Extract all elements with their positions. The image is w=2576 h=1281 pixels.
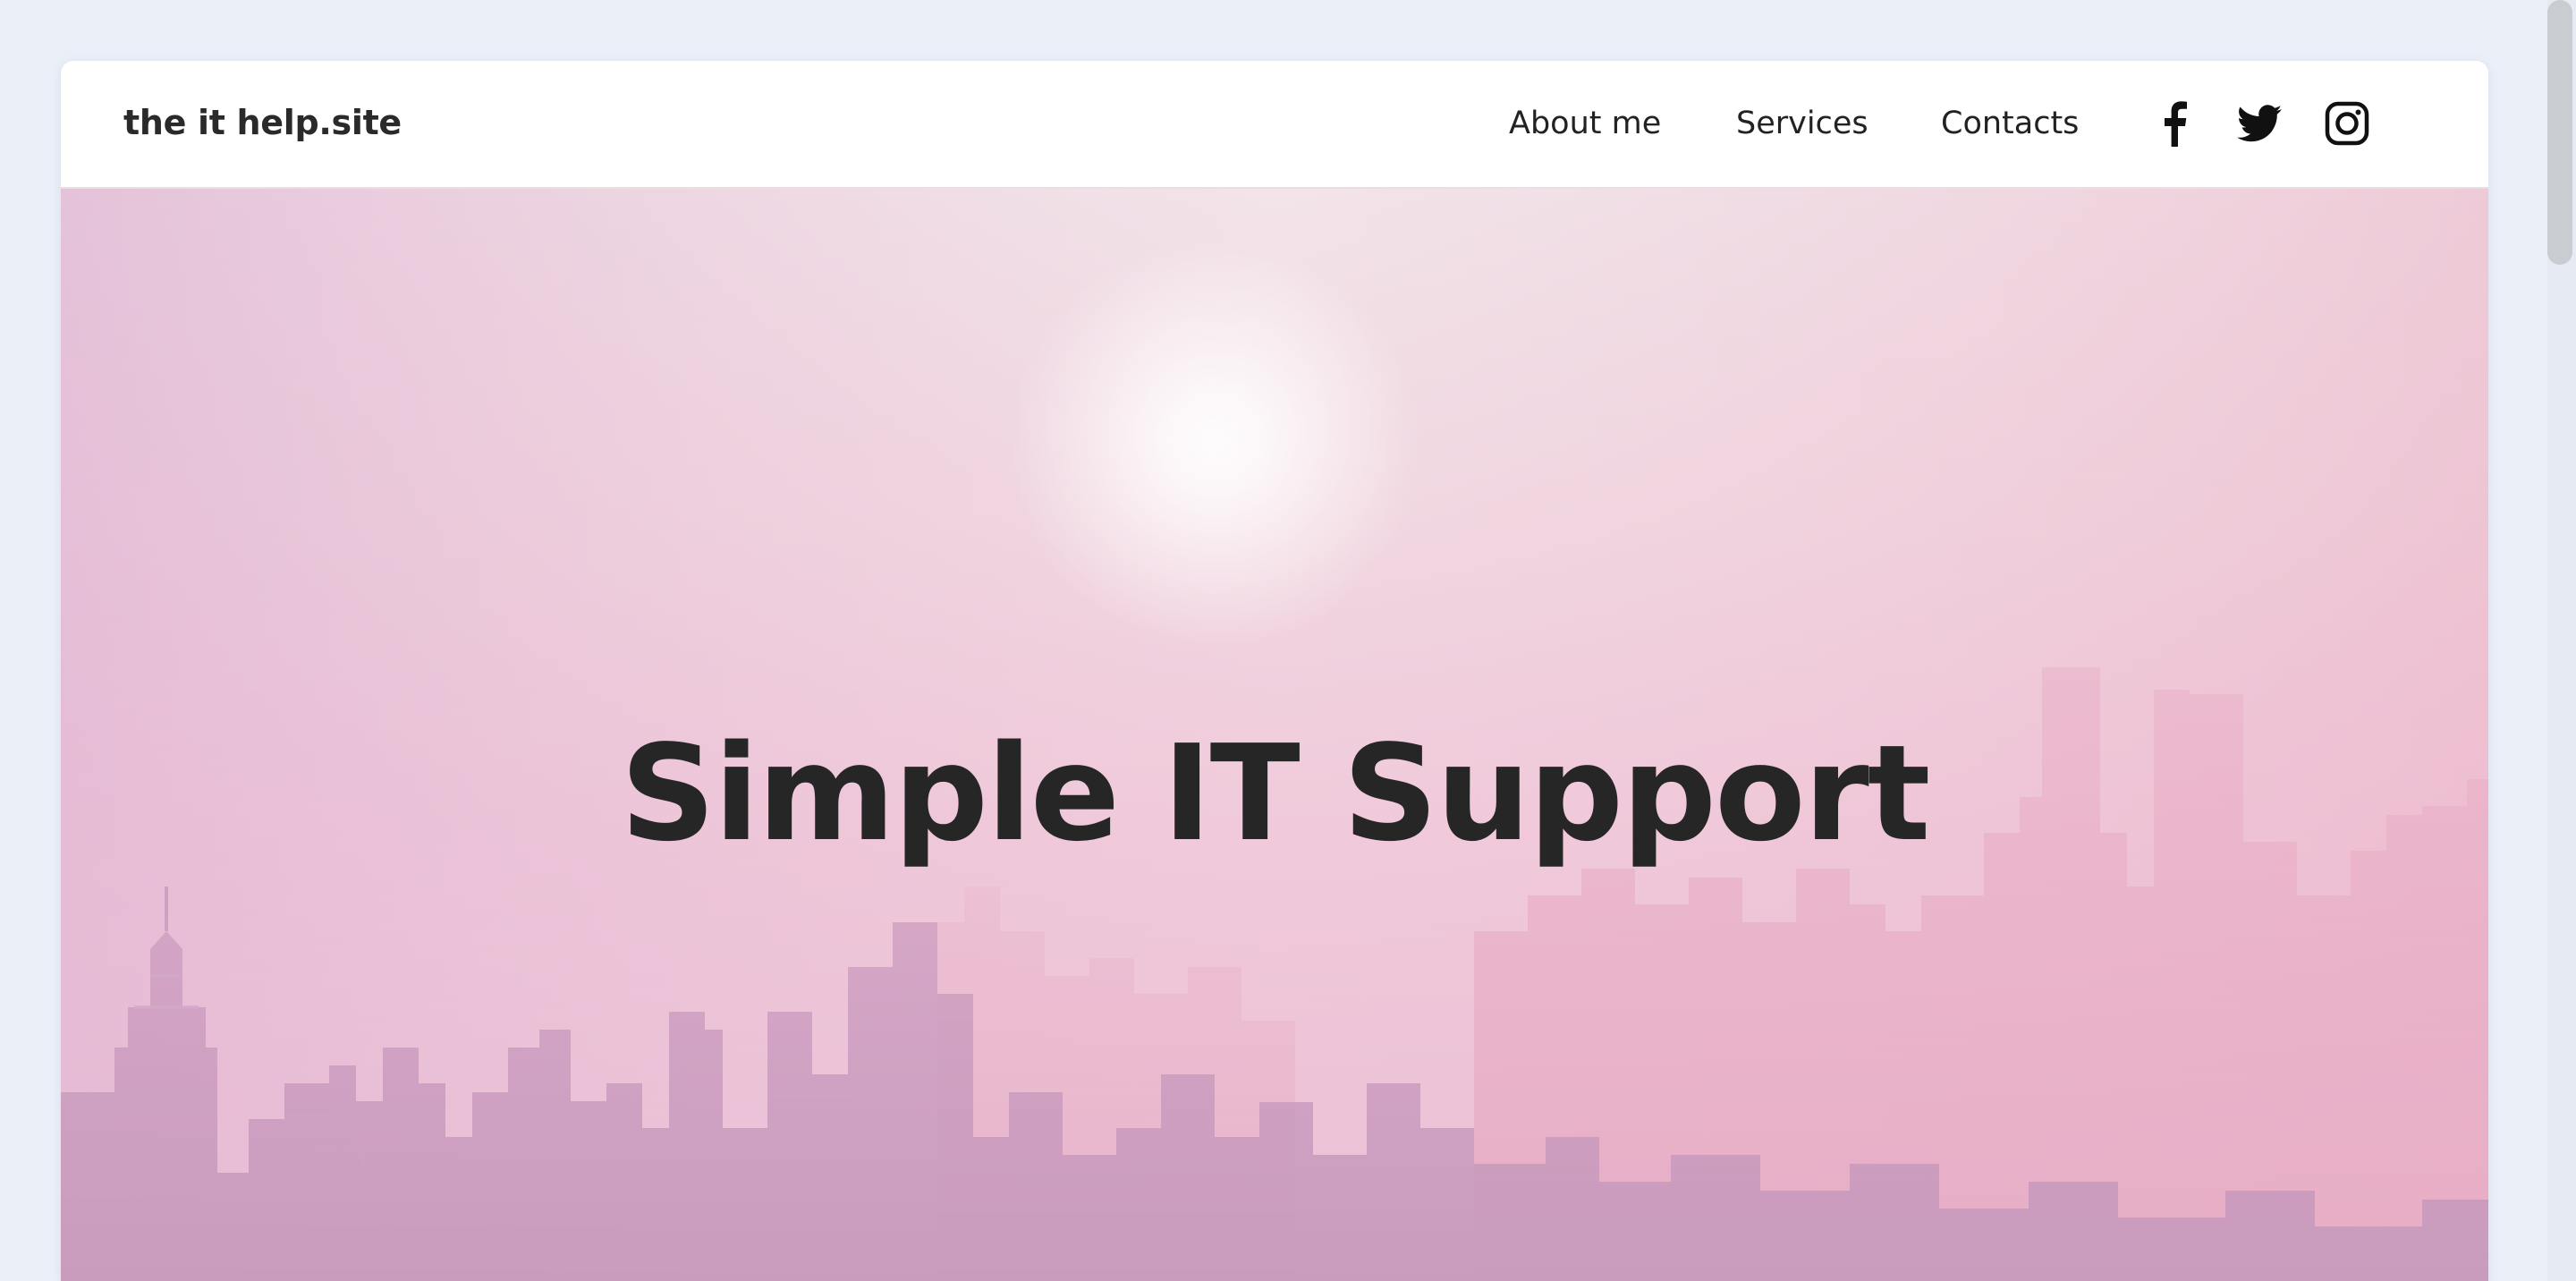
facebook-icon[interactable] bbox=[2148, 97, 2201, 150]
nav-link-about-me[interactable]: About me bbox=[1509, 106, 1661, 141]
site-logo[interactable]: the it help.site bbox=[123, 103, 402, 142]
instagram-icon[interactable] bbox=[2320, 97, 2374, 150]
nav-link-contacts[interactable]: Contacts bbox=[1941, 106, 2079, 141]
scrollbar[interactable] bbox=[2547, 0, 2576, 1281]
hero-banner: Simple IT Support bbox=[61, 189, 2488, 1281]
page-frame: the it help.site About me Services Conta… bbox=[61, 61, 2488, 1281]
scrollbar-thumb[interactable] bbox=[2547, 0, 2572, 265]
twitter-icon[interactable] bbox=[2233, 97, 2286, 150]
navbar: the it help.site About me Services Conta… bbox=[61, 61, 2488, 189]
nav-link-services[interactable]: Services bbox=[1736, 106, 1868, 141]
hero-title: Simple IT Support bbox=[620, 717, 1931, 870]
